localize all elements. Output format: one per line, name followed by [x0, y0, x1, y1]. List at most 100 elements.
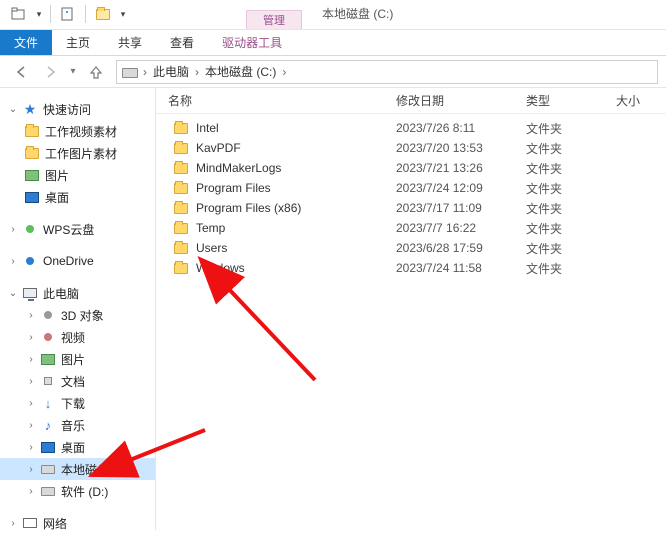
tab-view[interactable]: 查看: [156, 30, 208, 55]
folder-icon: [174, 203, 188, 214]
tree-this-pc[interactable]: ⌄ 此电脑: [0, 282, 155, 304]
file-name: MindMakerLogs: [196, 161, 281, 175]
expand-icon[interactable]: ›: [24, 354, 38, 365]
expand-icon[interactable]: ›: [24, 310, 38, 321]
tree-qa-item[interactable]: 图片: [0, 164, 155, 186]
tree-network[interactable]: › 网络: [0, 512, 155, 530]
chevron-right-icon[interactable]: ›: [193, 65, 201, 79]
separator: [50, 5, 51, 23]
video-icon: [40, 329, 56, 345]
file-tab[interactable]: 文件: [0, 30, 52, 55]
navigation-bar: ▾ › 此电脑 › 本地磁盘 (C:) ›: [0, 56, 666, 88]
collapse-icon[interactable]: ⌄: [6, 104, 20, 115]
file-type: 文件夹: [526, 200, 616, 217]
list-item[interactable]: Users2023/6/28 17:59文件夹: [156, 238, 666, 258]
folder-icon: [174, 163, 188, 174]
tree-pc-item[interactable]: › 桌面: [0, 436, 155, 458]
expand-icon[interactable]: ›: [24, 420, 38, 431]
column-header-size[interactable]: 大小: [616, 92, 666, 109]
tree-label: 本地磁盘 (C:): [61, 461, 132, 478]
file-name: Intel: [196, 121, 219, 135]
expand-icon[interactable]: ›: [24, 464, 38, 475]
list-item[interactable]: Windows2023/7/24 11:58文件夹: [156, 258, 666, 278]
list-item[interactable]: Temp2023/7/7 16:22文件夹: [156, 218, 666, 238]
file-type: 文件夹: [526, 120, 616, 137]
tree-qa-item[interactable]: 工作视频素材: [0, 120, 155, 142]
column-headers: 名称 修改日期 类型 大小: [156, 88, 666, 114]
folder-options-icon[interactable]: [8, 3, 30, 25]
folder-icon: [24, 145, 40, 161]
expand-icon[interactable]: ›: [24, 332, 38, 343]
ribbon-context-label[interactable]: 管理: [246, 10, 302, 29]
desktop-icon: [24, 189, 40, 205]
tree-label: 此电脑: [43, 285, 79, 302]
collapse-icon[interactable]: ⌄: [6, 288, 20, 299]
file-type: 文件夹: [526, 240, 616, 257]
tree-quick-access[interactable]: ⌄ ★ 快速访问: [0, 98, 155, 120]
cloud-icon: [22, 253, 38, 269]
chevron-right-icon[interactable]: ›: [280, 65, 288, 79]
file-date: 2023/7/24 11:58: [396, 261, 526, 275]
recent-locations-button[interactable]: ▾: [66, 60, 80, 84]
tree-drive-c[interactable]: › 本地磁盘 (C:): [0, 458, 155, 480]
qat-dropdown-icon[interactable]: ▾: [34, 3, 44, 25]
list-item[interactable]: Intel2023/7/26 8:11文件夹: [156, 118, 666, 138]
tree-pc-item[interactable]: › ↓ 下载: [0, 392, 155, 414]
downloads-icon: ↓: [40, 395, 56, 411]
list-item[interactable]: Program Files2023/7/24 12:09文件夹: [156, 178, 666, 198]
folder-icon: [24, 123, 40, 139]
tree-drive-d[interactable]: › 软件 (D:): [0, 480, 155, 502]
tab-share[interactable]: 共享: [104, 30, 156, 55]
tree-label: 图片: [61, 351, 85, 368]
column-header-type[interactable]: 类型: [526, 92, 616, 109]
file-name: Temp: [196, 221, 225, 235]
qat-dropdown-icon[interactable]: ▾: [118, 3, 128, 25]
tree-label: 3D 对象: [61, 307, 104, 324]
breadcrumb-drive[interactable]: 本地磁盘 (C:): [201, 63, 280, 80]
folder-icon: [174, 143, 188, 154]
tab-home[interactable]: 主页: [52, 30, 104, 55]
expand-icon[interactable]: ›: [6, 256, 20, 267]
tab-drive-tools[interactable]: 驱动器工具: [208, 30, 296, 55]
file-type: 文件夹: [526, 220, 616, 237]
expand-icon[interactable]: ›: [24, 442, 38, 453]
expand-icon[interactable]: ›: [6, 518, 20, 529]
tree-onedrive[interactable]: › OneDrive: [0, 250, 155, 272]
up-button[interactable]: [84, 60, 108, 84]
list-item[interactable]: MindMakerLogs2023/7/21 13:26文件夹: [156, 158, 666, 178]
folder-icon: [174, 183, 188, 194]
drive-icon[interactable]: [92, 3, 114, 25]
computer-icon: [22, 285, 38, 301]
tree-pc-item[interactable]: › ♪ 音乐: [0, 414, 155, 436]
list-item[interactable]: Program Files (x86)2023/7/17 11:09文件夹: [156, 198, 666, 218]
properties-icon[interactable]: [57, 3, 79, 25]
cloud-icon: [22, 221, 38, 237]
tree-pc-item[interactable]: › 图片: [0, 348, 155, 370]
expand-icon[interactable]: ›: [24, 486, 38, 497]
tree-qa-item[interactable]: 工作图片素材: [0, 142, 155, 164]
tree-wps-cloud[interactable]: › WPS云盘: [0, 218, 155, 240]
tree-qa-item[interactable]: 桌面: [0, 186, 155, 208]
forward-button[interactable]: [38, 60, 62, 84]
back-button[interactable]: [10, 60, 34, 84]
tree-pc-item[interactable]: › 3D 对象: [0, 304, 155, 326]
file-list: 名称 修改日期 类型 大小 Intel2023/7/26 8:11文件夹KavP…: [156, 88, 666, 530]
list-item[interactable]: KavPDF2023/7/20 13:53文件夹: [156, 138, 666, 158]
expand-icon[interactable]: ›: [24, 398, 38, 409]
expand-icon[interactable]: ›: [6, 224, 20, 235]
tree-pc-item[interactable]: › 视频: [0, 326, 155, 348]
expand-icon[interactable]: ›: [24, 376, 38, 387]
documents-icon: [40, 373, 56, 389]
file-date: 2023/7/21 13:26: [396, 161, 526, 175]
tree-label: 音乐: [61, 417, 85, 434]
ribbon-contextual-group: 管理: [246, 10, 302, 29]
address-bar[interactable]: › 此电脑 › 本地磁盘 (C:) ›: [116, 60, 658, 84]
chevron-right-icon[interactable]: ›: [141, 65, 149, 79]
column-header-name[interactable]: 名称: [156, 92, 396, 109]
tree-pc-item[interactable]: › 文档: [0, 370, 155, 392]
column-header-date[interactable]: 修改日期: [396, 92, 526, 109]
tree-label: 工作图片素材: [45, 145, 117, 162]
breadcrumb-this-pc[interactable]: 此电脑: [149, 63, 193, 80]
tree-label: 下载: [61, 395, 85, 412]
title-bar: ▾ ▾ 管理 本地磁盘 (C:): [0, 0, 666, 30]
